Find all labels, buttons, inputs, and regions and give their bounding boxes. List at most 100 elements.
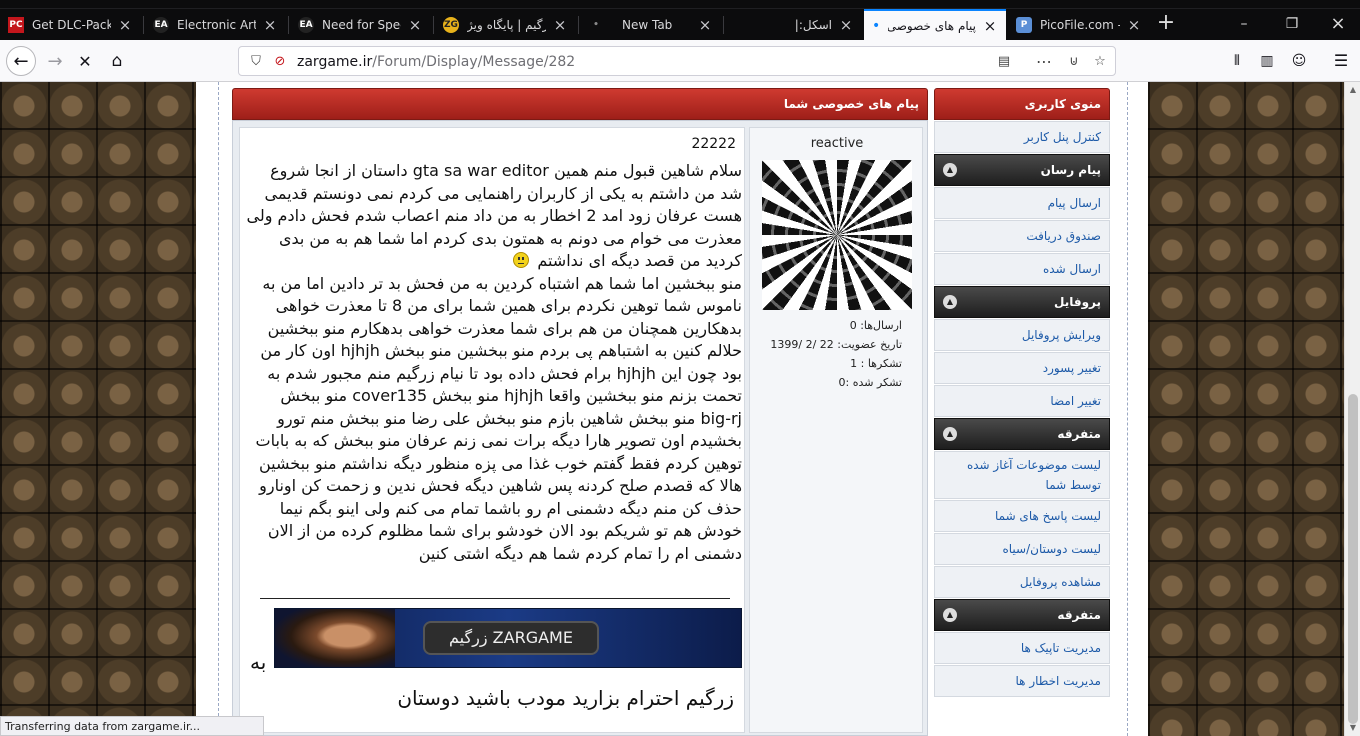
background-collage-left xyxy=(0,82,196,736)
tab-zargame-home[interactable]: ZG زرگیم | پایگاه ویژ × xyxy=(435,9,576,40)
scroll-up-icon[interactable]: ▲ xyxy=(1345,82,1360,98)
stop-loading-button[interactable]: ✕ xyxy=(70,46,100,76)
address-bar[interactable]: ⛉ ⊘ zargame.ir/Forum/Display/Message/282… xyxy=(238,46,1116,76)
thanks-received: تشکر شده :0 xyxy=(838,376,902,389)
collapse-icon[interactable]: ▲ xyxy=(943,295,957,309)
insecure-lock-icon[interactable]: ⊘ xyxy=(271,53,289,71)
page-content: پیام های خصوصی شما reactive ارسال‌ها: 0 … xyxy=(196,82,1148,736)
close-icon[interactable]: × xyxy=(697,16,713,34)
sender-username[interactable]: reactive xyxy=(750,136,924,151)
sender-info: reactive ارسال‌ها: 0 تاریخ عضویت: 22 /2 … xyxy=(749,127,923,733)
signature-banner[interactable]: زرگیم ZARGAME xyxy=(274,608,742,668)
message-paragraph: سلام شاهین قبول منم همین gta sa war edit… xyxy=(246,161,742,270)
ea-icon: EA xyxy=(153,16,169,33)
section-title: پیام رسان xyxy=(1040,163,1101,177)
tab-title: Electronic Arts xyxy=(177,17,256,32)
loading-dot-icon: • xyxy=(872,17,881,34)
library-icon[interactable]: ⫴ xyxy=(1226,50,1248,72)
post-count: ارسال‌ها: 0 xyxy=(849,319,902,332)
sidebar-item-edit-profile[interactable]: ویرایش پروفایل xyxy=(934,319,1110,351)
tab-get-dlc[interactable]: PC Get DLC-Packed × xyxy=(0,9,141,40)
tab-title: پیام های خصوصی xyxy=(888,18,976,33)
url-path: /Forum/Display/Message/282 xyxy=(372,54,576,70)
reader-view-icon[interactable]: ▤ xyxy=(995,53,1013,71)
close-window-icon[interactable]: × xyxy=(1326,12,1350,36)
sidebar-icon[interactable]: ▥ xyxy=(1256,50,1278,72)
tab-separator xyxy=(433,16,434,34)
bookmark-star-icon[interactable]: ☆ xyxy=(1091,53,1109,71)
pocket-icon[interactable]: ⊍ xyxy=(1065,53,1083,71)
tab-bar: PC Get DLC-Packed × EA Electronic Arts ×… xyxy=(0,0,1360,40)
forward-button[interactable]: → xyxy=(40,46,70,76)
sidebar-item-send-message[interactable]: ارسال پیام xyxy=(934,187,1110,219)
tab-eskel[interactable]: اسکل:| × xyxy=(725,9,862,40)
section-title: متفرقه xyxy=(1057,427,1101,441)
scroll-thumb[interactable] xyxy=(1348,394,1358,724)
tab-title: Get DLC-Packed xyxy=(32,17,111,32)
ea-icon: EA xyxy=(298,16,314,33)
collapse-icon[interactable]: ▲ xyxy=(943,427,957,441)
section-profile[interactable]: پروفایل ▲ xyxy=(934,286,1110,318)
tab-separator xyxy=(578,16,579,34)
navigation-toolbar: ← → ✕ ⌂ ⛉ ⊘ zargame.ir/Forum/Display/Mes… xyxy=(0,40,1360,82)
sidebar-item-control-panel[interactable]: کنترل پنل کاربر xyxy=(934,121,1110,153)
close-icon[interactable]: × xyxy=(982,17,998,35)
sidebar-item-started-topics[interactable]: لیست موضوعات آغاز شده توسط شما xyxy=(934,451,1110,499)
tab-new-tab[interactable]: • New Tab × xyxy=(580,9,721,40)
message-container: reactive ارسال‌ها: 0 تاریخ عضویت: 22 /2 … xyxy=(232,120,928,736)
thanks-given: تشکرها : 1 xyxy=(850,357,902,370)
sender-stats: ارسال‌ها: 0 تاریخ عضویت: 22 /2 /1399 تشک… xyxy=(750,316,924,392)
message-paragraph: منو ببخشین اما شما هم اشتباه کردین به من… xyxy=(255,273,743,473)
sidebar-item-manage-topics[interactable]: مدیریت تاپیک ها xyxy=(934,632,1110,664)
tab-picofile[interactable]: P PicoFile.com - پ × xyxy=(1008,9,1150,40)
close-icon[interactable]: × xyxy=(407,16,423,34)
menu-icon[interactable]: ☰ xyxy=(1330,50,1352,72)
collapse-icon[interactable]: ▲ xyxy=(943,163,957,177)
close-icon[interactable]: × xyxy=(838,16,854,34)
sidebar-item-friends-list[interactable]: لیست دوستان/سیاه xyxy=(934,533,1110,565)
collapse-icon[interactable]: ▲ xyxy=(943,608,957,622)
zargame-icon: ZG xyxy=(443,16,459,33)
sad-smiley-icon xyxy=(513,252,530,268)
new-tab-button[interactable]: + xyxy=(1154,12,1178,36)
sidebar-item-change-password[interactable]: تغییر پسورد xyxy=(934,352,1110,384)
close-icon[interactable]: × xyxy=(552,16,568,34)
sidebar-item-sent[interactable]: ارسال شده xyxy=(934,253,1110,285)
tab-separator xyxy=(143,16,144,34)
tab-electronic-arts[interactable]: EA Electronic Arts × xyxy=(145,9,286,40)
message-content: 22222 سلام شاهین قبول منم همین gta sa wa… xyxy=(239,127,745,733)
restore-icon[interactable]: ❐ xyxy=(1280,12,1304,36)
signature-text: زرگیم احترام بزارید مودب باشید دوستان xyxy=(397,686,734,710)
close-icon[interactable]: × xyxy=(117,16,133,34)
page-scrollbar[interactable]: ▲ ▼ xyxy=(1344,82,1360,736)
section-misc[interactable]: متفرقه ▲ xyxy=(934,418,1110,450)
sender-avatar[interactable] xyxy=(762,160,912,310)
message-title: 22222 xyxy=(691,136,736,152)
sidebar-item-inbox[interactable]: صندوق دریافت xyxy=(934,220,1110,252)
signature-divider xyxy=(260,598,730,599)
section-title: پروفایل xyxy=(1053,295,1101,309)
home-button[interactable]: ⌂ xyxy=(102,46,132,76)
sidebar-item-your-replies[interactable]: لیست پاسخ های شما xyxy=(934,500,1110,532)
tab-private-messages[interactable]: • پیام های خصوصی × xyxy=(864,9,1006,40)
url-text[interactable]: zargame.ir/Forum/Display/Message/282 xyxy=(297,54,575,70)
back-button[interactable]: ← xyxy=(6,46,36,76)
tab-separator xyxy=(288,16,289,34)
tab-title: اسکل:| xyxy=(794,17,832,32)
section-messenger[interactable]: پیام رسان ▲ xyxy=(934,154,1110,186)
private-messages-panel: پیام های خصوصی شما reactive ارسال‌ها: 0 … xyxy=(232,88,928,736)
scroll-down-icon[interactable]: ▼ xyxy=(1345,720,1360,736)
sidebar-item-view-profile[interactable]: مشاهده پروفایل xyxy=(934,566,1110,598)
sidebar-item-manage-warnings[interactable]: مدیریت اخطار ها xyxy=(934,665,1110,697)
close-icon[interactable]: × xyxy=(1126,16,1142,34)
shield-icon[interactable]: ⛉ xyxy=(247,53,265,71)
more-actions-icon[interactable]: ⋯ xyxy=(1035,53,1053,71)
sidebar-item-change-signature[interactable]: تغییر امضا xyxy=(934,385,1110,417)
tab-need-for-speed[interactable]: EA Need for Speed × xyxy=(290,9,431,40)
minimize-icon[interactable]: – xyxy=(1232,12,1256,36)
section-misc-2[interactable]: متفرقه ▲ xyxy=(934,599,1110,631)
web-page: پیام های خصوصی شما reactive ارسال‌ها: 0 … xyxy=(0,82,1344,736)
close-icon[interactable]: × xyxy=(262,16,278,34)
account-icon[interactable]: ☺ xyxy=(1288,50,1310,72)
section-title: متفرقه xyxy=(1057,608,1101,622)
